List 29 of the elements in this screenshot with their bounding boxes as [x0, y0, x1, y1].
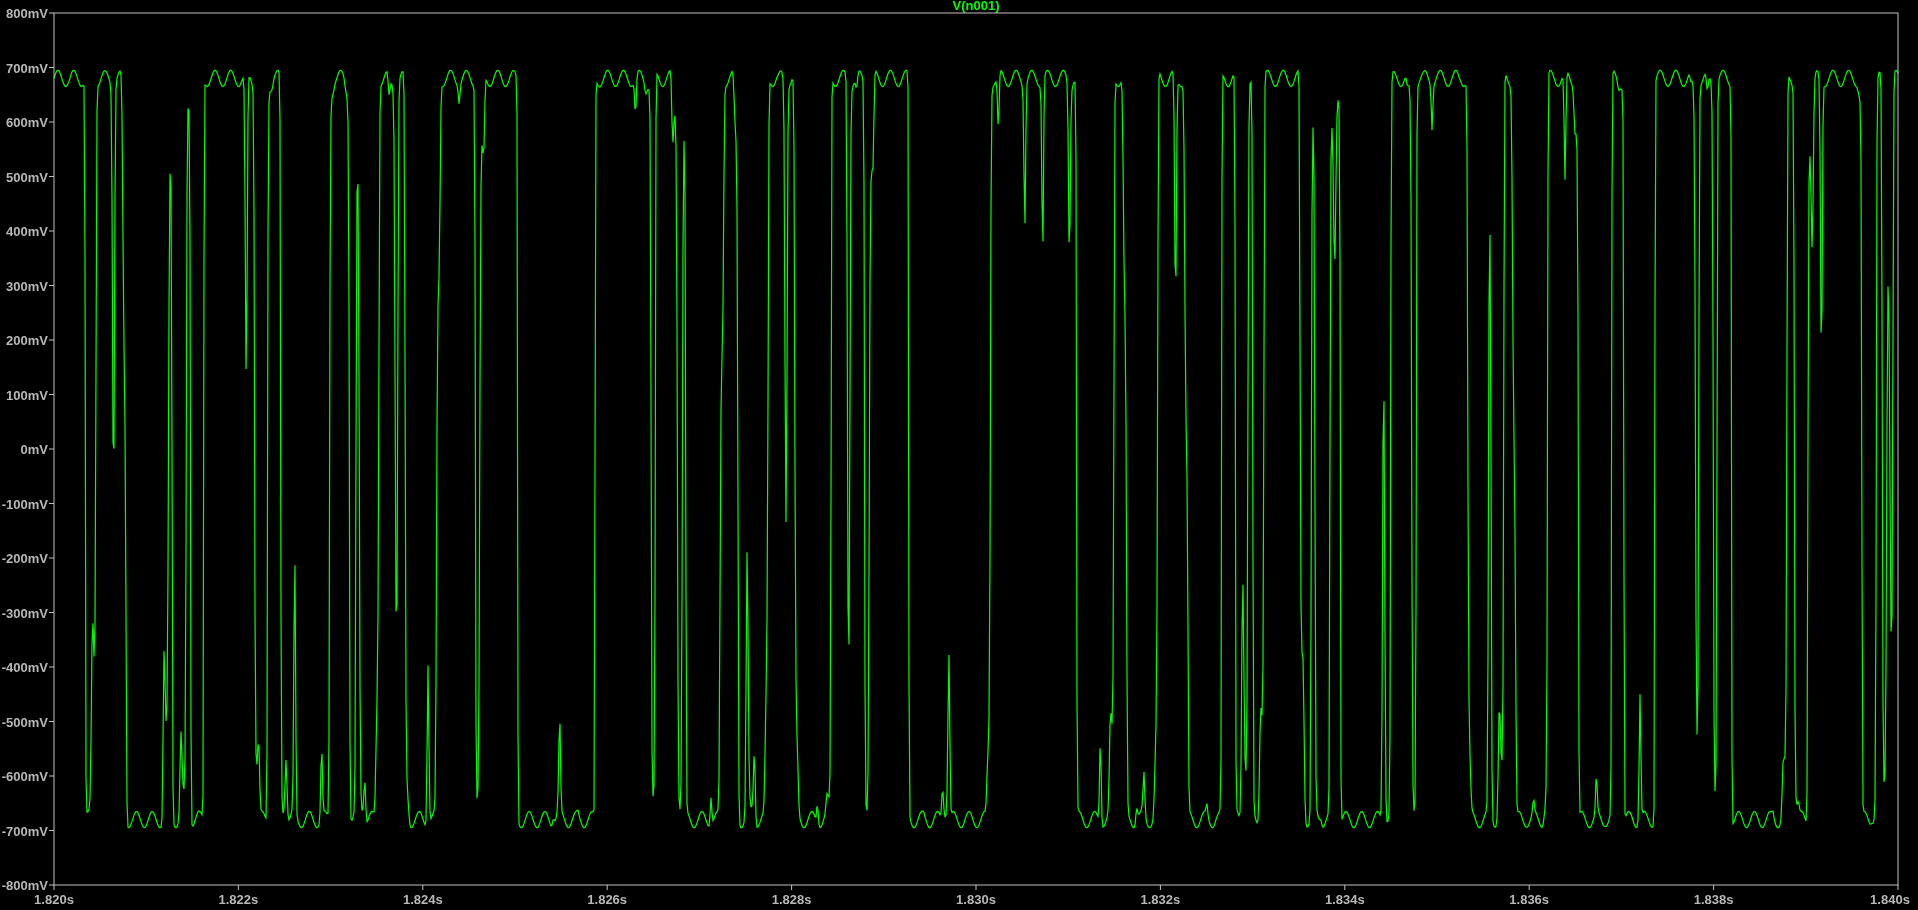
x-axis-label: 1.826s: [587, 892, 628, 907]
y-axis-label: 600mV: [6, 115, 48, 130]
y-axis-label: -100mV: [1, 496, 48, 512]
y-axis-label: -400mV: [1, 660, 48, 675]
x-axis-label: 1.832s: [1140, 892, 1181, 907]
y-axis-label: -600mV: [1, 769, 48, 784]
y-axis-label: 500mV: [6, 169, 48, 185]
x-axis-label: 1.834s: [1324, 892, 1365, 907]
x-axis-label: 1.822s: [218, 892, 259, 907]
y-axis-label: -500mV: [1, 714, 48, 730]
x-axis-label: 1.838s: [1693, 892, 1734, 907]
y-axis-label: 200mV: [6, 333, 48, 348]
x-axis-label: 1.830s: [956, 892, 996, 907]
y-axis-label: -200mV: [1, 551, 48, 566]
y-axis-label: -700mV: [1, 823, 48, 839]
x-axis-label: 1.824s: [402, 892, 443, 907]
y-axis-label: 400mV: [6, 224, 48, 239]
x-axis-label: 1.836s: [1509, 892, 1550, 907]
x-axis-label: 1.840s: [1870, 892, 1910, 907]
y-axis-label: 800mV: [6, 6, 48, 21]
y-axis-label: -300mV: [1, 605, 48, 621]
y-axis-label: 100mV: [6, 387, 48, 403]
y-axis-label: 700mV: [6, 60, 48, 76]
x-axis-label: 1.828s: [771, 892, 812, 907]
trace-title: V(n001): [952, 0, 1000, 13]
y-axis-label: -800mV: [1, 878, 48, 893]
y-axis-label: 0mV: [20, 442, 48, 457]
x-axis-label: 1.820s: [34, 892, 74, 907]
y-axis-label: 300mV: [6, 278, 48, 294]
